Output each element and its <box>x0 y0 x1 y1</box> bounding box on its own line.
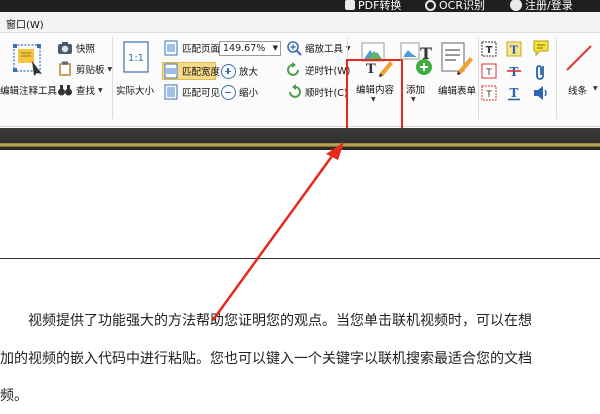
text-field-icon[interactable]: T <box>481 41 497 57</box>
zoom-in-icon <box>221 63 236 79</box>
chevron-down-icon: ▼ <box>411 96 416 103</box>
fit-width-button[interactable]: 匹配宽度 <box>163 62 220 80</box>
separator <box>112 37 113 119</box>
paragraph-line-1: 视频提供了功能强大的方法帮助您证明您的观点。当您单击联机视频时，可以在想 <box>28 313 532 329</box>
add-icon: T <box>400 42 432 75</box>
edit-form-button[interactable]: 编辑表单 <box>436 37 478 97</box>
separator <box>478 37 479 119</box>
paperclip-icon[interactable] <box>534 63 548 81</box>
eye-icon <box>425 0 436 11</box>
clipboard-button[interactable]: 剪贴板 ▼ <box>57 60 112 78</box>
text-box-icon[interactable]: T <box>481 63 497 79</box>
actual-size-button[interactable]: 1:1 实际大小 <box>116 37 156 97</box>
fit-page-icon <box>164 40 178 56</box>
horizontal-rule <box>0 258 600 259</box>
pdf-convert-icon <box>345 0 355 10</box>
find-button[interactable]: 查找 ▼ <box>57 81 103 99</box>
camera-icon <box>58 42 72 54</box>
zoom-in-button[interactable]: 放大 <box>221 62 258 80</box>
menu-bar: 窗口(W) <box>0 12 600 33</box>
note-icon[interactable] <box>532 39 550 57</box>
line-icon <box>566 45 592 71</box>
zoom-select[interactable]: 149.67% ▼ <box>219 41 281 56</box>
magnifier-icon <box>287 41 302 56</box>
document-page: 视频提供了功能强大的方法帮助您证明您的观点。当您单击联机视频时，可以在想 加的视… <box>0 150 600 414</box>
menu-window[interactable]: 窗口(W) <box>6 16 44 31</box>
line-tool-button[interactable]: 线条 ▼ <box>560 37 600 97</box>
rotate-ccw-icon <box>287 62 299 76</box>
fit-visible-button[interactable]: 匹配可见 <box>163 83 220 101</box>
add-button[interactable]: T 添加 ▼ <box>400 37 436 107</box>
svg-text:T: T <box>485 68 492 78</box>
svg-text:T: T <box>510 65 519 79</box>
paragraph-line-3: 频。 <box>0 388 28 404</box>
svg-text:T: T <box>510 44 519 57</box>
edit-form-icon <box>441 42 473 75</box>
rotate-cw-button[interactable]: 顺时针(C) <box>286 83 348 101</box>
zoom-tool-button[interactable]: 缩放工具 ▼ <box>286 39 351 57</box>
fit-visible-icon <box>164 84 178 100</box>
typewriter-icon[interactable]: T <box>506 41 522 57</box>
callout-icon[interactable]: T <box>481 85 497 101</box>
zoom-out-icon <box>221 84 236 100</box>
annotation-tool-icon <box>13 44 42 76</box>
svg-text:T: T <box>486 45 493 56</box>
svg-text:T: T <box>510 86 519 100</box>
sound-icon[interactable] <box>532 85 550 101</box>
fit-width-icon <box>164 63 178 79</box>
edit-annotation-tool-button[interactable]: 编辑注释工具 <box>0 37 57 97</box>
chevron-down-icon: ▼ <box>593 85 598 92</box>
underline-text-icon[interactable]: T <box>506 85 522 101</box>
binoculars-icon <box>58 85 72 96</box>
snapshot-button[interactable]: 快照 <box>57 39 95 57</box>
svg-text:T: T <box>485 90 492 100</box>
actual-size-icon: 1:1 <box>123 41 149 73</box>
fit-page-button[interactable]: 匹配页面 <box>163 39 220 57</box>
viewer-top-band <box>0 128 600 150</box>
rotate-cw-icon <box>289 84 301 98</box>
title-bar: PDF转换 OCR识别 注册/登录 <box>0 0 600 12</box>
paragraph-line-2: 加的视频的嵌入代码中进行粘贴。您也可以键入一个关键字以联机搜索最适合您的文档 <box>0 351 532 367</box>
rotate-ccw-button[interactable]: 逆时针(W) <box>286 61 350 79</box>
ribbon-toolbar: 编辑注释工具 快照 剪贴板 ▼ 查找 ▼ 1:1 实际大小 匹配页面 匹配宽度 … <box>0 33 600 147</box>
chevron-down-icon[interactable]: ▼ <box>273 42 278 55</box>
clipboard-icon <box>59 61 71 76</box>
strikeout-text-icon[interactable]: T <box>506 63 522 79</box>
svg-text:1:1: 1:1 <box>128 53 144 64</box>
gold-border <box>0 143 600 147</box>
user-icon <box>510 0 522 11</box>
chevron-down-icon: ▼ <box>98 86 103 94</box>
zoom-out-button[interactable]: 缩小 <box>221 83 258 101</box>
separator <box>556 37 557 119</box>
